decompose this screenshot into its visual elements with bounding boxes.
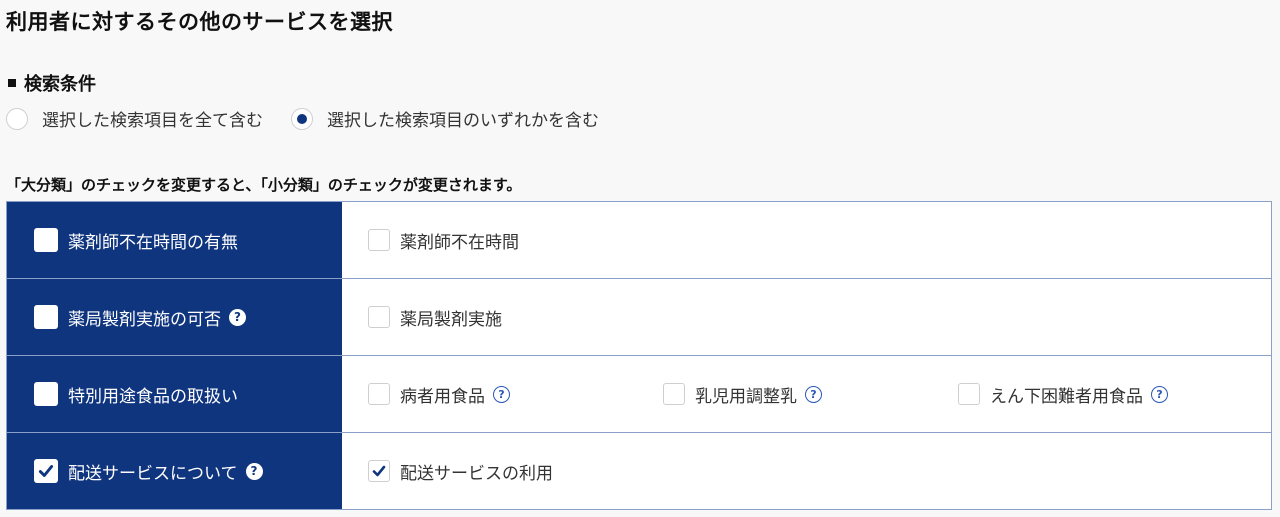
subcategory-checkbox-box[interactable] <box>958 383 980 405</box>
subcategory-checkbox-0-0[interactable]: 薬剤師不在時間 <box>368 228 663 253</box>
category-label: 配送サービスについて <box>68 463 238 484</box>
category-checkbox-box[interactable] <box>34 382 58 406</box>
radio-any-circle[interactable] <box>291 107 313 130</box>
square-bullet-icon <box>8 79 16 87</box>
subcategory-cell: 薬局製剤実施 <box>342 279 1271 355</box>
check-icon <box>372 465 386 477</box>
category-checkbox-2[interactable]: 特別用途食品の取扱い <box>34 382 238 407</box>
check-icon <box>38 465 54 477</box>
subcategory-label: 乳児用調整乳 <box>695 386 797 407</box>
help-icon[interactable]: ? <box>805 385 822 403</box>
radio-all-circle[interactable] <box>6 107 28 130</box>
search-conditions-title: 検索条件 <box>24 74 96 95</box>
subcategory-cell: 配送サービスの利用 <box>342 433 1271 509</box>
subcategory-label: えん下困難者用食品 <box>990 386 1143 407</box>
category-checkbox-0[interactable]: 薬剤師不在時間の有無 <box>34 228 238 253</box>
table-row: 特別用途食品の取扱い 病者用食品 ? 乳児用調整乳 ? えん下困難者用食品 ? <box>7 356 1271 433</box>
help-icon[interactable]: ? <box>1151 385 1168 403</box>
help-icon[interactable]: ? <box>229 308 246 326</box>
subcategory-cell: 薬剤師不在時間 <box>342 202 1271 278</box>
category-checkbox-box[interactable] <box>34 459 58 483</box>
subcategory-checkbox-box[interactable] <box>368 229 390 251</box>
subcategory-checkbox-3-0[interactable]: 配送サービスの利用 <box>368 459 663 484</box>
radio-all[interactable]: 選択した検索項目を全て含む <box>6 106 263 131</box>
subcategory-checkbox-box[interactable] <box>368 306 390 328</box>
radio-any-label: 選択した検索項目のいずれかを含む <box>327 111 599 131</box>
subcategory-checkbox-2-0[interactable]: 病者用食品 ? <box>368 382 663 407</box>
service-category-table: 薬剤師不在時間の有無 薬剤師不在時間 薬局製剤実施の可否 ? 薬局製剤実施 特別… <box>6 201 1272 510</box>
subcategory-checkbox-box[interactable] <box>368 383 390 405</box>
help-icon[interactable]: ? <box>245 462 263 480</box>
subcategory-checkbox-1-0[interactable]: 薬局製剤実施 <box>368 305 663 330</box>
page-title: 利用者に対するその他のサービスを選択 <box>6 10 393 34</box>
subcategory-label: 病者用食品 <box>400 386 485 407</box>
category-label: 薬局製剤実施の可否 <box>68 309 221 330</box>
category-label: 特別用途食品の取扱い <box>68 386 238 407</box>
category-checkbox-3[interactable]: 配送サービスについて ? <box>34 459 263 484</box>
category-checkbox-box[interactable] <box>34 228 58 252</box>
subcategory-label: 薬剤師不在時間 <box>400 232 519 253</box>
category-checkbox-1[interactable]: 薬局製剤実施の可否 ? <box>34 305 246 330</box>
category-note: 「大分類」のチェックを変更すると、「小分類」のチェックが変更されます。 <box>6 176 522 194</box>
radio-selected-dot <box>297 113 307 124</box>
subcategory-cell: 病者用食品 ? 乳児用調整乳 ? えん下困難者用食品 ? <box>342 356 1271 432</box>
subcategory-label: 配送サービスの利用 <box>400 463 553 484</box>
table-row: 配送サービスについて ? 配送サービスの利用 <box>7 433 1271 509</box>
subcategory-checkbox-2-2[interactable]: えん下困難者用食品 ? <box>958 382 1253 407</box>
help-icon[interactable]: ? <box>493 385 510 403</box>
subcategory-label: 薬局製剤実施 <box>400 309 502 330</box>
category-cell: 薬剤師不在時間の有無 <box>7 202 342 278</box>
table-row: 薬剤師不在時間の有無 薬剤師不在時間 <box>7 202 1271 279</box>
subcategory-checkbox-2-1[interactable]: 乳児用調整乳 ? <box>663 382 958 407</box>
category-cell: 薬局製剤実施の可否 ? <box>7 279 342 355</box>
category-checkbox-box[interactable] <box>34 305 58 329</box>
search-conditions-heading: 検索条件 <box>6 70 96 96</box>
category-cell: 配送サービスについて ? <box>7 433 342 509</box>
radio-all-label: 選択した検索項目を全て含む <box>42 111 263 131</box>
radio-any[interactable]: 選択した検索項目のいずれかを含む <box>291 106 599 131</box>
subcategory-checkbox-box[interactable] <box>663 383 685 405</box>
subcategory-checkbox-box[interactable] <box>368 460 390 482</box>
category-label: 薬剤師不在時間の有無 <box>68 232 238 253</box>
table-row: 薬局製剤実施の可否 ? 薬局製剤実施 <box>7 279 1271 356</box>
search-mode-radio-group: 選択した検索項目を全て含む 選択した検索項目のいずれかを含む <box>6 106 599 131</box>
category-cell: 特別用途食品の取扱い <box>7 356 342 432</box>
